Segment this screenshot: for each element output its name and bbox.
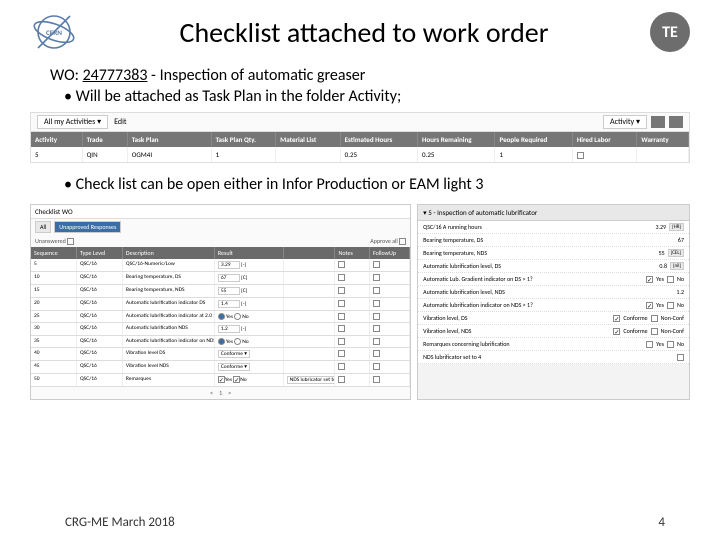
table-row: 15QSC/16Bearing temperature, NDS55 [C]	[31, 285, 410, 298]
col-header: Trade	[83, 132, 128, 147]
cell: OGM4I	[128, 147, 212, 162]
approveall-checkbox[interactable]	[399, 238, 406, 245]
table-row: 20QSC/16Automatic lubrification indicato…	[31, 298, 410, 311]
cell	[637, 147, 689, 162]
eam-light-pane: ▾ 5 - Inspection of automatic lubrificat…	[417, 204, 690, 400]
cell: 1	[212, 147, 277, 162]
cell: 5	[31, 147, 83, 162]
col-header: People Required	[495, 132, 572, 147]
edit-link[interactable]: Edit	[114, 117, 127, 127]
list-item: Automatic lubrification level, DS0.8 [ni…	[418, 260, 689, 273]
col-header: Task Plan	[128, 132, 212, 147]
table-row: 40QSC/16Vibration level DSConforme ▾	[31, 348, 410, 361]
cell: QIN	[83, 147, 128, 162]
cell	[573, 147, 638, 162]
list-item: Vibration level, DSConforme Non-Conf	[418, 312, 689, 325]
table-row: 45QSC/16Vibration level NDSConforme ▾	[31, 361, 410, 374]
activities-dropdown[interactable]: All my Activities ▾	[37, 115, 108, 129]
col-header: Hired Labor	[573, 132, 638, 147]
wo-number-link[interactable]: 24777383	[83, 66, 148, 85]
page-title: Checklist attached to work order	[78, 15, 650, 50]
tab-unapproved[interactable]: Unapproved Responses	[54, 221, 121, 233]
menu-icon[interactable]	[669, 116, 683, 128]
list-item: Automatic lubrification level, NDS1.2	[418, 286, 689, 299]
table-row: 30QSC/16Automatic lubrification NDS1.2 […	[31, 323, 410, 336]
pager: < 1 >	[31, 387, 410, 399]
list-item: Vibration level, NDSConforme Non-Conf	[418, 325, 689, 338]
activity-screenshot: All my Activities ▾ Edit Activity ▾ Acti…	[30, 112, 690, 163]
list-item: QSC/16 A running hours3.29 [HR]	[418, 221, 689, 234]
col-header: Task Plan Qty.	[212, 132, 277, 147]
te-logo: TE	[650, 12, 690, 52]
slide-number: 4	[658, 515, 665, 530]
list-item: Bearing temperature, NDS55 [CEL]	[418, 247, 689, 260]
tab-all[interactable]: All	[35, 221, 51, 233]
table-row: 35QSC/16Automatic lubrification indicato…	[31, 336, 410, 348]
cell	[276, 147, 341, 162]
bullet-taskplan: Will be attached as Task Plan in the fol…	[64, 87, 670, 106]
list-item: Bearing temperature, DS67	[418, 234, 689, 247]
cell: 1	[495, 147, 572, 162]
col-header: Activity	[31, 132, 83, 147]
table-row: 10QSC/16Bearing temperature, DS67 [C]	[31, 272, 410, 285]
unanswered-checkbox[interactable]	[67, 238, 74, 245]
col-header: Warranty	[637, 132, 689, 147]
list-item: NDS lubrificator set to 4	[418, 351, 689, 364]
infor-pane: Checklist WO All Unapproved Responses Un…	[30, 204, 411, 400]
table-row: 5QSC/16QSC/16-Numeric/Low3.29 [-]	[31, 259, 410, 272]
svg-text:CERN: CERN	[46, 28, 62, 37]
list-item: Automatic Lub. Gradient indicator on DS …	[418, 273, 689, 286]
bullet-checklist: Check list can be open either in Infor P…	[64, 175, 670, 194]
table-row: 50QSC/16RemarquesYes NoNDS lubricator se…	[31, 374, 410, 387]
cern-logo: CERN	[30, 8, 78, 56]
footer-left: CRG-ME March 2018	[65, 515, 175, 530]
activity-right-dropdown[interactable]: Activity ▾	[603, 115, 647, 129]
col-header: Material List	[276, 132, 341, 147]
wo-line: WO: 24777383 - Inspection of automatic g…	[50, 66, 670, 85]
col-header: Hours Remaining	[418, 132, 495, 147]
pager-prev[interactable]: <	[210, 389, 213, 397]
left-pane-title: Checklist WO	[31, 205, 410, 219]
list-item: Remarques concerning lubrificationYes No	[418, 338, 689, 351]
col-header: Estimated Hours	[341, 132, 418, 147]
grid-icon[interactable]	[651, 116, 665, 128]
right-pane-title: ▾ 5 - Inspection of automatic lubrificat…	[418, 205, 689, 221]
table-row: 25QSC/16Automatic lubrification indicato…	[31, 311, 410, 323]
cell: 0.25	[341, 147, 418, 162]
list-item: Automatic lubrification indicator on NDS…	[418, 299, 689, 312]
pager-next[interactable]: >	[228, 389, 231, 397]
cell: 0.25	[418, 147, 495, 162]
